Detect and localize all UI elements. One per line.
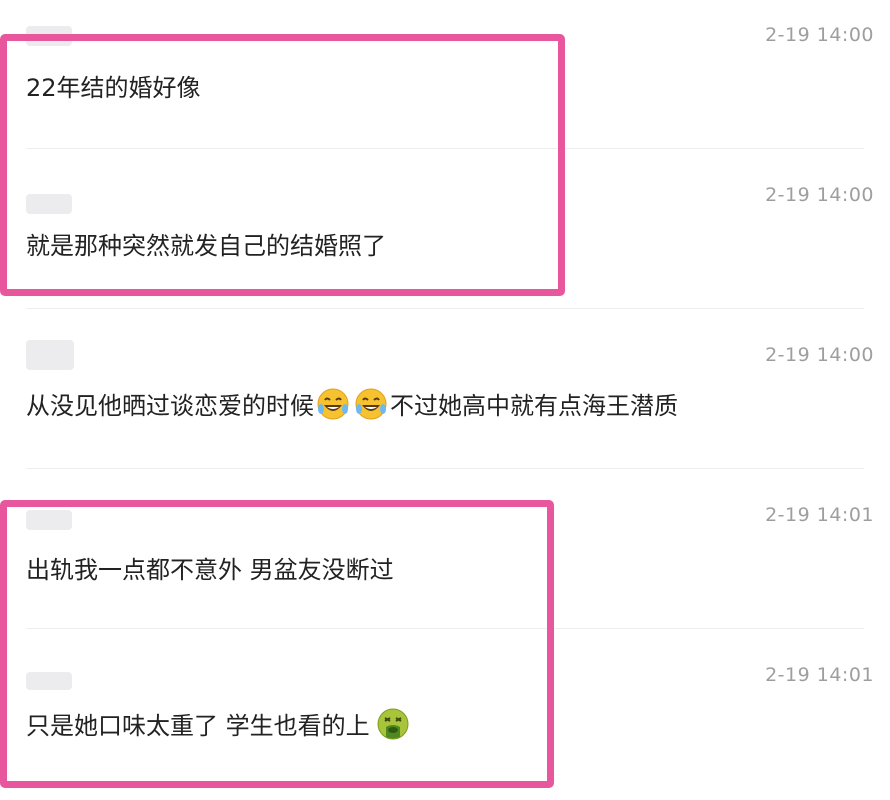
comment-text: 从没见他晒过谈恋爱的时候 不过她高中就有点海王潜质 (26, 386, 678, 421)
comment-timestamp: 2-19 14:00 (765, 184, 874, 206)
username-redacted (26, 340, 74, 370)
highlight-box-top (0, 34, 565, 296)
comment-timestamp: 2-19 14:00 (765, 24, 874, 46)
comment-divider (26, 468, 864, 469)
comment-text-before: 从没见他晒过谈恋爱的时候 (26, 392, 314, 420)
laugh-cry-emoji-icon (316, 387, 350, 421)
comment-timestamp: 2-19 14:00 (765, 344, 874, 366)
comment-text-after: 不过她高中就有点海王潜质 (390, 392, 678, 420)
comment-item: 2-19 14:00 从没见他晒过谈恋爱的时候 不过她高中就有点海王潜质 (0, 320, 890, 480)
laugh-cry-emoji-icon (354, 387, 388, 421)
comment-timestamp: 2-19 14:01 (765, 664, 874, 686)
comment-timestamp: 2-19 14:01 (765, 504, 874, 526)
highlight-box-bottom (0, 500, 554, 788)
comment-divider (26, 308, 864, 309)
